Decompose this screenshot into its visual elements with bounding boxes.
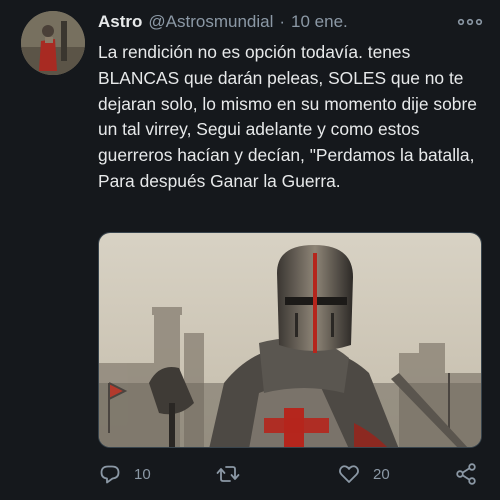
crusader-knight-image <box>99 233 481 447</box>
like-button[interactable]: 20 <box>337 458 390 490</box>
avatar[interactable] <box>21 11 85 75</box>
share-button[interactable] <box>454 458 490 490</box>
tweet-timestamp[interactable]: 10 ene. <box>291 12 348 32</box>
more-options-icon[interactable] <box>457 14 483 30</box>
share-icon <box>456 463 476 485</box>
reply-count: 10 <box>134 465 151 483</box>
avatar-image <box>21 11 85 75</box>
heart-icon <box>339 465 359 483</box>
author-handle[interactable]: @Astrosmundial <box>148 12 273 32</box>
tweet-media-image[interactable] <box>98 232 482 448</box>
tweet-text: La rendición no es opción todavía. tenes… <box>98 42 477 191</box>
tweet-header: Astro @Astrosmundial · 10 ene. <box>98 12 348 34</box>
tweet-actions: 10 20 <box>98 458 488 490</box>
retweet-icon <box>216 466 240 482</box>
author-name[interactable]: Astro <box>98 12 142 32</box>
retweet-button[interactable] <box>216 458 252 490</box>
tweet-card: Astro @Astrosmundial · 10 ene. La rendic… <box>0 0 500 500</box>
like-count: 20 <box>373 465 390 483</box>
reply-icon <box>100 465 120 484</box>
header-separator: · <box>279 12 286 31</box>
reply-button[interactable]: 10 <box>98 458 151 490</box>
